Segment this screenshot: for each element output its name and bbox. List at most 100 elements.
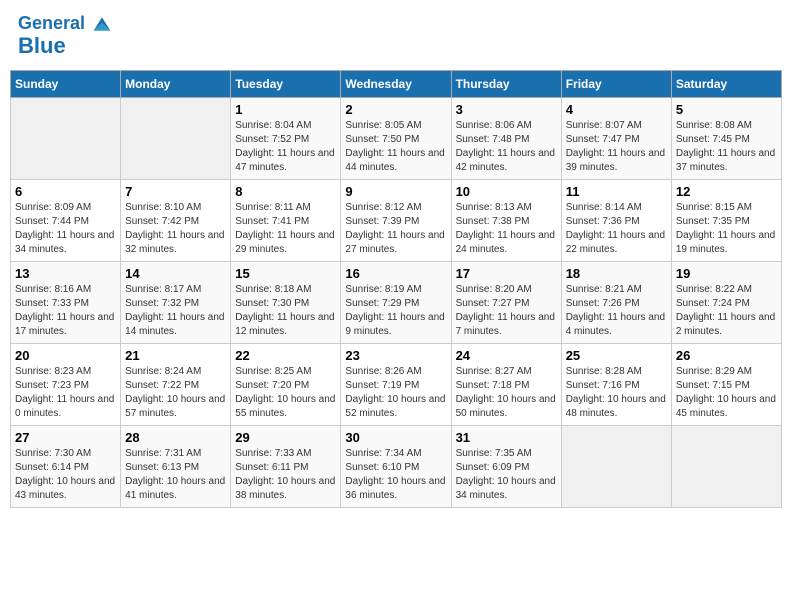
calendar-cell: 31 Sunrise: 7:35 AM Sunset: 6:09 PM Dayli… [451,426,561,508]
logo-blue: Blue [18,33,66,58]
calendar-cell: 15 Sunrise: 8:18 AM Sunset: 7:30 PM Dayli… [231,262,341,344]
day-info: Sunrise: 7:34 AM Sunset: 6:10 PM Dayligh… [345,447,446,503]
calendar-cell: 21Sunrise: 8:24 AM Sunset: 7:22 PM Dayli… [121,344,231,426]
day-number: 27 [15,430,116,445]
calendar-cell: 6 Sunrise: 8:09 AM Sunset: 7:44 PM Daylig… [11,180,121,262]
calendar-body: 1 Sunrise: 8:04 AM Sunset: 7:52 PM Daylig… [11,98,782,508]
weekday-header-wednesday: Wednesday [341,71,451,98]
calendar-header: SundayMondayTuesdayWednesdayThursdayFrid… [11,71,782,98]
day-info: Sunrise: 8:17 AM Sunset: 7:32 PM Dayligh… [125,283,226,339]
logo: General Blue [18,14,112,58]
calendar-cell: 10 Sunrise: 8:13 AM Sunset: 7:38 PM Dayli… [451,180,561,262]
calendar-cell: 28 Sunrise: 7:31 AM Sunset: 6:13 PM Dayli… [121,426,231,508]
weekday-header-row: SundayMondayTuesdayWednesdayThursdayFrid… [11,71,782,98]
calendar-cell: 20 Sunrise: 8:23 AM Sunset: 7:23 PM Dayli… [11,344,121,426]
calendar-cell: 25 Sunrise: 8:28 AM Sunset: 7:16 PM Dayli… [561,344,671,426]
day-info: Sunrise: 7:33 AM Sunset: 6:11 PM Dayligh… [235,447,336,503]
day-number: 16 [345,266,446,281]
day-number: 9 [345,184,446,199]
logo-icon [92,14,112,34]
day-number: 21 [125,348,226,363]
day-number: 30 [345,430,446,445]
day-info: Sunrise: 8:14 AM Sunset: 7:36 PM Dayligh… [566,201,667,257]
day-number: 20 [15,348,116,363]
weekday-header-monday: Monday [121,71,231,98]
day-info: Sunrise: 8:28 AM Sunset: 7:16 PM Dayligh… [566,365,667,421]
day-number: 4 [566,102,667,117]
day-number: 10 [456,184,557,199]
day-number: 1 [235,102,336,117]
day-info: Sunrise: 8:08 AM Sunset: 7:45 PM Dayligh… [676,119,777,175]
day-number: 26 [676,348,777,363]
page-header: General Blue [10,10,782,62]
calendar-cell: 4 Sunrise: 8:07 AM Sunset: 7:47 PM Daylig… [561,98,671,180]
day-number: 13 [15,266,116,281]
calendar-week-1: 1 Sunrise: 8:04 AM Sunset: 7:52 PM Daylig… [11,98,782,180]
day-number: 23 [345,348,446,363]
calendar-cell: 2 Sunrise: 8:05 AM Sunset: 7:50 PM Daylig… [341,98,451,180]
day-info: Sunrise: 8:06 AM Sunset: 7:48 PM Dayligh… [456,119,557,175]
day-info: Sunrise: 8:09 AM Sunset: 7:44 PM Dayligh… [15,201,116,257]
calendar-cell: 9Sunrise: 8:12 AM Sunset: 7:39 PM Daylig… [341,180,451,262]
calendar-cell: 30 Sunrise: 7:34 AM Sunset: 6:10 PM Dayli… [341,426,451,508]
day-number: 31 [456,430,557,445]
day-number: 2 [345,102,446,117]
weekday-header-thursday: Thursday [451,71,561,98]
calendar-cell: 8 Sunrise: 8:11 AM Sunset: 7:41 PM Daylig… [231,180,341,262]
day-info: Sunrise: 8:07 AM Sunset: 7:47 PM Dayligh… [566,119,667,175]
day-info: Sunrise: 8:18 AM Sunset: 7:30 PM Dayligh… [235,283,336,339]
day-info: Sunrise: 8:26 AM Sunset: 7:19 PM Dayligh… [345,365,446,421]
day-info: Sunrise: 8:11 AM Sunset: 7:41 PM Dayligh… [235,201,336,257]
day-number: 7 [125,184,226,199]
calendar-cell: 12 Sunrise: 8:15 AM Sunset: 7:35 PM Dayli… [671,180,781,262]
calendar-cell: 27 Sunrise: 7:30 AM Sunset: 6:14 PM Dayli… [11,426,121,508]
logo-general: General [18,13,85,33]
day-info: Sunrise: 7:30 AM Sunset: 6:14 PM Dayligh… [15,447,116,503]
day-info: Sunrise: 8:05 AM Sunset: 7:50 PM Dayligh… [345,119,446,175]
day-number: 29 [235,430,336,445]
day-info: Sunrise: 7:31 AM Sunset: 6:13 PM Dayligh… [125,447,226,503]
day-number: 6 [15,184,116,199]
calendar-cell: 18 Sunrise: 8:21 AM Sunset: 7:26 PM Dayli… [561,262,671,344]
day-number: 15 [235,266,336,281]
day-number: 8 [235,184,336,199]
calendar-cell: 23 Sunrise: 8:26 AM Sunset: 7:19 PM Dayli… [341,344,451,426]
calendar-week-2: 6 Sunrise: 8:09 AM Sunset: 7:44 PM Daylig… [11,180,782,262]
day-number: 12 [676,184,777,199]
day-number: 28 [125,430,226,445]
day-number: 24 [456,348,557,363]
calendar-week-4: 20 Sunrise: 8:23 AM Sunset: 7:23 PM Dayli… [11,344,782,426]
day-info: Sunrise: 7:35 AM Sunset: 6:09 PM Dayligh… [456,447,557,503]
day-info: Sunrise: 8:25 AM Sunset: 7:20 PM Dayligh… [235,365,336,421]
weekday-header-sunday: Sunday [11,71,121,98]
day-number: 3 [456,102,557,117]
day-number: 5 [676,102,777,117]
day-info: Sunrise: 8:19 AM Sunset: 7:29 PM Dayligh… [345,283,446,339]
calendar-cell: 14Sunrise: 8:17 AM Sunset: 7:32 PM Dayli… [121,262,231,344]
day-info: Sunrise: 8:29 AM Sunset: 7:15 PM Dayligh… [676,365,777,421]
day-number: 18 [566,266,667,281]
day-info: Sunrise: 8:16 AM Sunset: 7:33 PM Dayligh… [15,283,116,339]
calendar-cell: 7 Sunrise: 8:10 AM Sunset: 7:42 PM Daylig… [121,180,231,262]
weekday-header-tuesday: Tuesday [231,71,341,98]
day-info: Sunrise: 8:04 AM Sunset: 7:52 PM Dayligh… [235,119,336,175]
day-info: Sunrise: 8:20 AM Sunset: 7:27 PM Dayligh… [456,283,557,339]
weekday-header-friday: Friday [561,71,671,98]
day-info: Sunrise: 8:21 AM Sunset: 7:26 PM Dayligh… [566,283,667,339]
day-number: 19 [676,266,777,281]
calendar-cell: 19Sunrise: 8:22 AM Sunset: 7:24 PM Dayli… [671,262,781,344]
calendar-cell: 22Sunrise: 8:25 AM Sunset: 7:20 PM Dayli… [231,344,341,426]
day-info: Sunrise: 8:13 AM Sunset: 7:38 PM Dayligh… [456,201,557,257]
day-info: Sunrise: 8:15 AM Sunset: 7:35 PM Dayligh… [676,201,777,257]
calendar-cell: 5 Sunrise: 8:08 AM Sunset: 7:45 PM Daylig… [671,98,781,180]
day-number: 25 [566,348,667,363]
day-info: Sunrise: 8:10 AM Sunset: 7:42 PM Dayligh… [125,201,226,257]
day-info: Sunrise: 8:27 AM Sunset: 7:18 PM Dayligh… [456,365,557,421]
day-info: Sunrise: 8:23 AM Sunset: 7:23 PM Dayligh… [15,365,116,421]
calendar-cell: 3 Sunrise: 8:06 AM Sunset: 7:48 PM Daylig… [451,98,561,180]
calendar-cell [11,98,121,180]
calendar-cell: 13 Sunrise: 8:16 AM Sunset: 7:33 PM Dayli… [11,262,121,344]
calendar-cell: 24 Sunrise: 8:27 AM Sunset: 7:18 PM Dayli… [451,344,561,426]
calendar-cell: 29 Sunrise: 7:33 AM Sunset: 6:11 PM Dayli… [231,426,341,508]
day-number: 17 [456,266,557,281]
